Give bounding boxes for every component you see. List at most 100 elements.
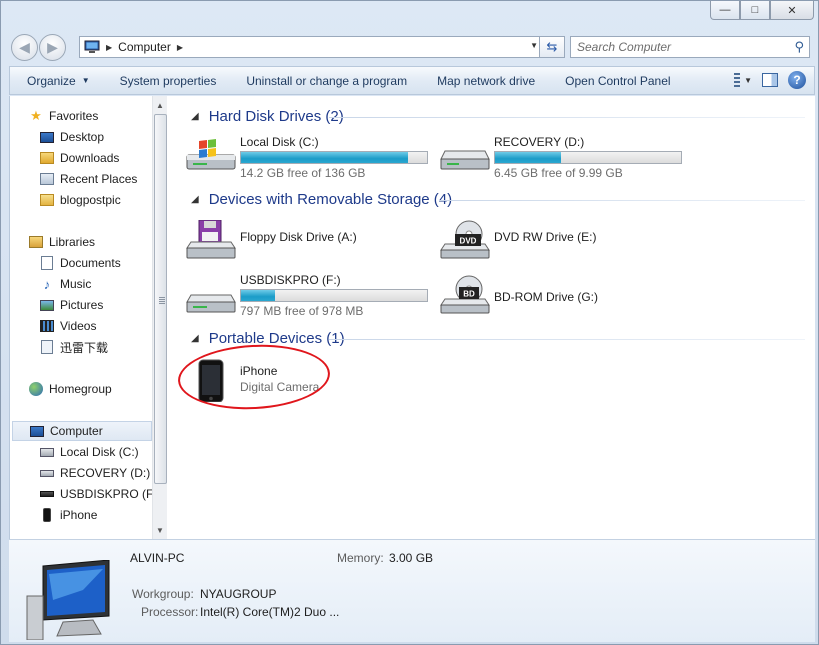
scroll-up-icon[interactable]: ▲ (156, 101, 164, 110)
device-name: iPhone (240, 364, 278, 378)
drive-tile-recovery-d[interactable]: RECOVERY (D:) 6.45 GB free of 9.99 GB (439, 135, 689, 180)
search-input[interactable] (571, 37, 781, 57)
sidebar-item-favorites[interactable]: ★ Favorites (28, 106, 98, 126)
uninstall-program-button[interactable]: Uninstall or change a program (231, 67, 422, 94)
system-properties-button[interactable]: System properties (105, 67, 232, 94)
sidebar-item-label: Music (60, 277, 92, 291)
search-icon[interactable]: ⚲ (794, 39, 804, 55)
map-network-drive-button[interactable]: Map network drive (422, 67, 550, 94)
navigation-bar: ◀ ▶ ▶ Computer ▶ ▼ ⇆ ⚲ (9, 32, 815, 62)
content-pane: ◢ Hard Disk Drives (2) Local Disk (C:) 14… (167, 96, 815, 539)
sidebar-item-videos[interactable]: Videos (39, 316, 96, 336)
workgroup-label: Workgroup: (132, 587, 194, 601)
collapse-triangle-icon[interactable]: ◢ (191, 333, 199, 344)
collapse-triangle-icon[interactable]: ◢ (191, 194, 199, 205)
map-network-drive-label: Map network drive (437, 73, 536, 88)
scrollbar-thumb[interactable] (154, 114, 167, 484)
group-divider (329, 117, 805, 118)
sidebar-item-label: USBDISKPRO (F:) (60, 487, 161, 501)
device-tile-iphone[interactable]: iPhone Digital Camera (185, 358, 435, 402)
drive-free-space: 6.45 GB free of 9.99 GB (494, 166, 623, 180)
sidebar-item-label: Pictures (60, 298, 104, 312)
close-icon: ✕ (787, 4, 797, 17)
drive-tile-floppy-a[interactable]: Floppy Disk Drive (A:) (185, 218, 435, 262)
sidebar-item-recovery[interactable]: RECOVERY (D:) (39, 463, 150, 483)
drive-usage-bar (240, 289, 428, 302)
uninstall-program-label: Uninstall or change a program (246, 73, 408, 88)
collapse-triangle-icon[interactable]: ◢ (191, 111, 199, 122)
back-button[interactable]: ◀ (11, 34, 38, 61)
drive-name: RECOVERY (D:) (494, 135, 585, 149)
desktop-icon (39, 129, 55, 145)
sidebar-item-recent-places[interactable]: Recent Places (39, 169, 137, 189)
navigation-pane: ★ Favorites Desktop Downloads Recent Plac… (9, 96, 168, 539)
sidebar-item-blogpostpic[interactable]: blogpostpic (39, 190, 121, 210)
minimize-button[interactable]: — (710, 1, 740, 20)
command-bar: Organize ▼ System properties Uninstall or… (9, 66, 815, 95)
chevron-down-icon: ▼ (81, 76, 90, 85)
forward-button[interactable]: ▶ (39, 34, 66, 61)
hard-drive-icon (39, 465, 55, 481)
scroll-down-icon[interactable]: ▼ (156, 526, 164, 535)
music-icon: ♪ (43, 276, 51, 292)
sidebar-item-usbdiskpro[interactable]: USBDISKPRO (F:) (39, 484, 161, 504)
help-button[interactable]: ? (788, 71, 806, 89)
sidebar-item-pictures[interactable]: Pictures (39, 295, 103, 315)
search-box[interactable]: ⚲ (570, 36, 810, 58)
sidebar-item-xunlei[interactable]: 迅雷下载 (39, 337, 108, 357)
drive-tile-local-disk-c[interactable]: Local Disk (C:) 14.2 GB free of 136 GB (185, 135, 435, 180)
recent-places-icon (39, 171, 55, 187)
drive-free-space: 797 MB free of 978 MB (240, 304, 364, 318)
sidebar-item-homegroup[interactable]: Homegroup (28, 379, 112, 399)
libraries-icon (28, 234, 44, 250)
hard-drive-icon (440, 150, 490, 170)
sidebar-item-computer[interactable]: Computer (12, 421, 152, 441)
breadcrumb-separator-icon: ▶ (106, 42, 113, 52)
forward-arrow-icon: ▶ (47, 39, 58, 55)
sidebar-item-documents[interactable]: Documents (39, 253, 121, 273)
maximize-button[interactable]: □ (740, 1, 770, 20)
address-bar[interactable]: ▶ Computer ▶ ▼ (79, 36, 543, 58)
sidebar-item-iphone[interactable]: iPhone (39, 505, 97, 525)
downloads-folder-icon (39, 150, 55, 166)
breadcrumb-computer[interactable]: Computer (118, 40, 171, 54)
star-icon: ★ (30, 108, 42, 123)
group-title: Hard Disk Drives (2) (208, 107, 344, 125)
windows-drive-icon (39, 444, 55, 460)
pictures-icon (39, 297, 55, 313)
sidebar-item-local-disk[interactable]: Local Disk (C:) (39, 442, 139, 462)
drive-name: USBDISKPRO (F:) (240, 273, 341, 287)
navigation-scrollbar[interactable]: ▲ ▼ (152, 96, 168, 539)
refresh-icon: ⇆ (546, 39, 558, 54)
sidebar-item-label: Recent Places (60, 172, 138, 186)
organize-button[interactable]: Organize ▼ (10, 67, 105, 94)
group-divider (329, 339, 805, 340)
drive-tile-dvd-rw-e[interactable]: DVD DVD RW Drive (E:) (439, 218, 689, 262)
back-arrow-icon: ◀ (19, 39, 30, 55)
details-pane: ALVIN-PC Memory: 3.00 GB Workgroup: NYAU… (9, 539, 815, 642)
scroll-grip-icon (159, 297, 165, 304)
group-header-removable-storage[interactable]: ◢ Devices with Removable Storage (4) (191, 189, 452, 209)
explorer-window: — □ ✕ ◀ ▶ ▶ Computer ▶ ▼ ⇆ ⚲ Organize ▼ S… (0, 0, 819, 645)
close-button[interactable]: ✕ (770, 1, 814, 20)
sidebar-item-libraries[interactable]: Libraries (28, 232, 95, 252)
drive-tile-bd-rom-g[interactable]: BD BD-ROM Drive (G:) (439, 273, 689, 317)
sidebar-item-label: Local Disk (C:) (60, 445, 139, 459)
dvd-drive-icon: DVD (440, 220, 490, 259)
group-header-hard-disk-drives[interactable]: ◢ Hard Disk Drives (2) (191, 106, 344, 126)
sidebar-item-label: Libraries (49, 235, 96, 249)
sidebar-item-desktop[interactable]: Desktop (39, 127, 104, 147)
change-view-button[interactable]: ▼ (734, 72, 752, 88)
sidebar-item-label: blogpostpic (60, 193, 121, 207)
preview-pane-button[interactable] (762, 73, 778, 87)
group-header-portable-devices[interactable]: ◢ Portable Devices (1) (191, 328, 345, 348)
open-control-panel-button[interactable]: Open Control Panel (550, 67, 685, 94)
sidebar-item-downloads[interactable]: Downloads (39, 148, 119, 168)
sidebar-item-music[interactable]: ♪ Music (39, 274, 92, 294)
drive-usage-bar (240, 151, 428, 164)
refresh-button[interactable]: ⇆ (539, 36, 565, 58)
sidebar-item-label: RECOVERY (D:) (60, 466, 151, 480)
sidebar-item-label: Desktop (60, 130, 105, 144)
chevron-down-icon[interactable]: ▼ (530, 41, 538, 50)
drive-tile-usbdiskpro-f[interactable]: USBDISKPRO (F:) 797 MB free of 978 MB (185, 273, 435, 318)
